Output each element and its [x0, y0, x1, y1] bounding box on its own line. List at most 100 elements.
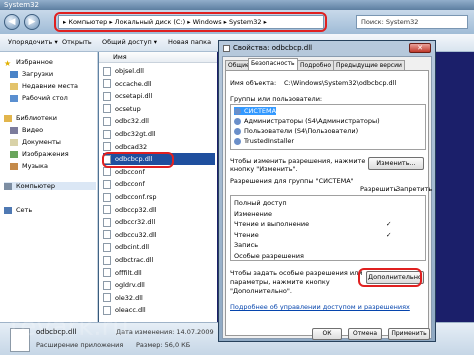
permission-name: Полный доступ: [234, 199, 287, 207]
search-input[interactable]: Поиск: System32: [356, 15, 468, 29]
file-row[interactable]: odbccu32.dll: [103, 229, 215, 241]
nav-music-label: Музыка: [22, 162, 48, 170]
group-item[interactable]: Администраторы (S4\Администраторы): [234, 117, 380, 125]
nav-network-label: Сеть: [16, 206, 33, 214]
forward-button[interactable]: ▶: [24, 14, 40, 30]
nav-recent-label: Недавние места: [22, 82, 78, 90]
nav-recent[interactable]: Недавние места: [10, 82, 78, 90]
apply-button[interactable]: Применить: [388, 328, 430, 340]
permission-name: Запись: [234, 241, 259, 249]
file-highlight: [102, 152, 174, 168]
special-hint-2: параметры, нажмите кнопку: [230, 278, 330, 286]
file-row[interactable]: odbcconf: [103, 178, 215, 190]
file-row[interactable]: odbcad32: [103, 141, 215, 153]
file-row[interactable]: occache.dll: [103, 78, 215, 90]
file-row[interactable]: offfilt.dll: [103, 267, 215, 279]
organize-button[interactable]: Упорядочить ▾: [8, 38, 58, 46]
file-icon: [103, 280, 111, 290]
ok-button[interactable]: ОК: [312, 328, 342, 340]
nav-network[interactable]: Сеть: [4, 206, 32, 214]
nav-video[interactable]: Видео: [10, 126, 43, 134]
nav-desktop[interactable]: Рабочий стол: [10, 94, 68, 102]
computer-icon: [4, 182, 12, 190]
group-label: Пользователи (S4\Пользователи): [244, 127, 359, 135]
object-value: C:\Windows\System32\odbcbcp.dll: [284, 79, 397, 87]
file-row[interactable]: odbc32.dll: [103, 115, 215, 127]
permission-row: Особые разрешения: [234, 251, 430, 261]
file-icon: [103, 116, 111, 126]
status-modified: Дата изменения: 14.07.2009: [116, 328, 214, 336]
help-link[interactable]: Подробнее об управлении доступом и разре…: [230, 303, 410, 311]
open-button[interactable]: Открыть: [62, 38, 92, 46]
file-icon: [103, 167, 111, 177]
groups-list[interactable]: СИСТЕМА Администраторы (S4\Администратор…: [230, 104, 426, 150]
tab-previous-versions[interactable]: Предыдущие версии: [333, 60, 405, 70]
watermark: tevark.ru: [10, 312, 129, 342]
allow-header: Разрешить: [360, 185, 398, 193]
file-icon: [103, 205, 111, 215]
close-button[interactable]: ✕: [409, 43, 431, 53]
nav-libraries[interactable]: Библиотеки: [4, 114, 57, 122]
file-name: ogldrv.dll: [115, 281, 145, 290]
nav-computer[interactable]: Компьютер: [4, 182, 96, 190]
file-row[interactable]: odbccp32.dll: [103, 204, 215, 216]
permission-name: Чтение и выполнение: [234, 220, 310, 228]
share-button[interactable]: Общий доступ ▾: [102, 38, 157, 46]
group-item[interactable]: СИСТЕМА: [234, 107, 277, 115]
permission-row: Изменение: [234, 209, 430, 219]
file-list: Имя objsel.dll occache.dll ocsetapi.dll ocs…: [99, 52, 217, 322]
file-icon: [103, 104, 111, 114]
music-icon: [10, 162, 18, 170]
file-icon: [103, 255, 111, 265]
back-button[interactable]: ◀: [4, 14, 20, 30]
groups-label: Группы или пользователи:: [230, 95, 323, 103]
file-name: objsel.dll: [115, 67, 144, 75]
nav-documents[interactable]: Документы: [10, 138, 61, 146]
group-item[interactable]: Пользователи (S4\Пользователи): [234, 127, 358, 135]
permissions-list: Полный доступ Изменение Чтение и выполнени…: [230, 195, 426, 261]
file-name: odbcad32: [115, 142, 148, 151]
file-icon: [103, 79, 111, 89]
address-highlight: [54, 12, 327, 32]
nav-libraries-label: Библиотеки: [16, 114, 57, 122]
file-name: occache.dll: [115, 79, 152, 88]
dialog-title: Свойства: odbcbcp.dll: [233, 44, 313, 52]
nav-music[interactable]: Музыка: [10, 162, 48, 170]
file-name: odbccp32.dll: [115, 205, 157, 214]
permissions-label: Разрешения для группы "СИСТЕМА": [230, 177, 354, 185]
check-icon: ✓: [386, 220, 392, 228]
file-name: odbcint.dll: [115, 243, 150, 252]
object-label: Имя объекта:: [230, 79, 277, 87]
file-row[interactable]: objsel.dll: [103, 65, 215, 77]
nav-video-label: Видео: [22, 126, 44, 134]
file-row[interactable]: ogldrv.dll: [103, 279, 215, 291]
group-item[interactable]: TrustedInstaller: [234, 137, 294, 145]
status-size: Размер: 56,0 КБ: [136, 341, 191, 349]
file-row[interactable]: ocsetapi.dll: [103, 90, 215, 102]
documents-icon: [10, 138, 18, 146]
file-row[interactable]: odbc32gt.dll: [103, 128, 215, 140]
file-row[interactable]: ocsetup: [103, 103, 215, 115]
properties-dialog: Свойства: odbcbcp.dll ✕ Общие Безопаснос…: [218, 40, 436, 342]
change-button[interactable]: Изменить...: [368, 157, 424, 170]
column-header-name[interactable]: Имя: [99, 52, 217, 63]
star-icon: ★: [4, 58, 12, 68]
file-row[interactable]: odbcint.dll: [103, 241, 215, 253]
file-row[interactable]: odbcconf.rsp: [103, 191, 215, 203]
desktop-icon: [10, 94, 18, 102]
tab-details[interactable]: Подробно: [297, 60, 335, 70]
file-row[interactable]: ole32.dll: [103, 292, 215, 304]
file-name: odbcconf: [115, 180, 145, 189]
advanced-highlight: [358, 268, 422, 287]
nav-downloads[interactable]: Загрузки: [10, 70, 53, 78]
file-icon: [103, 268, 111, 278]
file-row[interactable]: odbctrac.dll: [103, 254, 215, 266]
nav-downloads-label: Загрузки: [22, 70, 54, 78]
nav-favorites[interactable]: ★ Избранное: [4, 58, 53, 68]
file-row[interactable]: odbccr32.dll: [103, 216, 215, 228]
file-name: odbc32.dll: [115, 117, 149, 126]
cancel-button[interactable]: Отмена: [348, 328, 382, 340]
new-folder-button[interactable]: Новая папка: [168, 38, 211, 46]
check-icon: ✓: [386, 230, 392, 239]
nav-pictures[interactable]: Изображения: [10, 150, 69, 158]
